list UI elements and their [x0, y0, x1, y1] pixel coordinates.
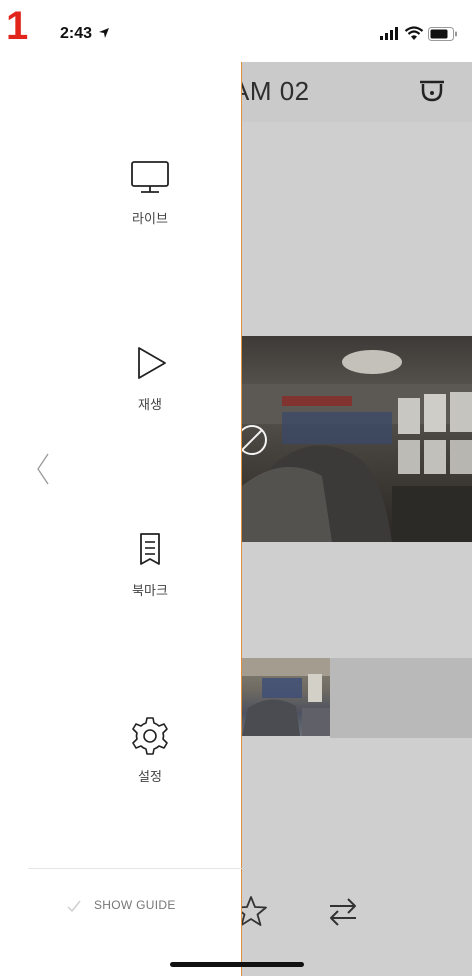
background-camera-app: AM 02 [242, 62, 472, 976]
show-guide-toggle[interactable]: SHOW GUIDE [60, 892, 210, 920]
camera-video-main[interactable] [242, 336, 472, 542]
drawer-divider [28, 868, 242, 869]
battery-icon [428, 27, 457, 41]
monitor-icon [131, 161, 169, 193]
camera-header: AM 02 [242, 62, 472, 122]
menu-item-settings-label: 설정 [138, 769, 162, 784]
home-indicator[interactable] [170, 962, 304, 967]
star-icon[interactable] [242, 894, 268, 928]
bookmark-icon [140, 533, 160, 565]
menu-item-playback-label: 재생 [138, 397, 162, 412]
swap-icon[interactable] [324, 894, 362, 930]
menu-item-bookmark-label: 북마크 [132, 583, 168, 598]
thumbnail-strip [330, 658, 472, 738]
menu-item-live[interactable]: 라이브 [90, 156, 210, 246]
chevron-left-icon[interactable] [34, 452, 54, 486]
menu-item-bookmark[interactable]: 북마크 [90, 528, 210, 618]
checkmark-icon [67, 900, 81, 913]
play-icon [138, 347, 166, 379]
navigation-drawer: 라이브 재생 북마크 설정 SHOW GUIDE [0, 62, 242, 976]
status-time-text: 2:43 [60, 25, 93, 42]
video-frame-scene [242, 350, 472, 542]
location-arrow-icon [99, 28, 110, 38]
wifi-icon [404, 26, 424, 40]
phone-screen: 1 2:43 AM 02 [0, 0, 472, 976]
show-guide-label: SHOW GUIDE [94, 898, 176, 912]
status-icons [380, 24, 460, 44]
status-time: 2:43 [60, 25, 110, 43]
menu-item-live-label: 라이브 [132, 211, 168, 226]
menu-item-settings[interactable]: 설정 [90, 714, 210, 804]
dome-camera-icon[interactable] [418, 78, 446, 106]
camera-title: AM 02 [242, 76, 310, 106]
menu-item-playback[interactable]: 재생 [90, 342, 210, 432]
step-number-badge: 1 [6, 4, 29, 48]
thumbnail-scene [242, 658, 330, 736]
camera-video-thumbnail[interactable] [242, 658, 330, 736]
gear-icon [132, 717, 168, 755]
cellular-signal-icon [380, 27, 398, 40]
